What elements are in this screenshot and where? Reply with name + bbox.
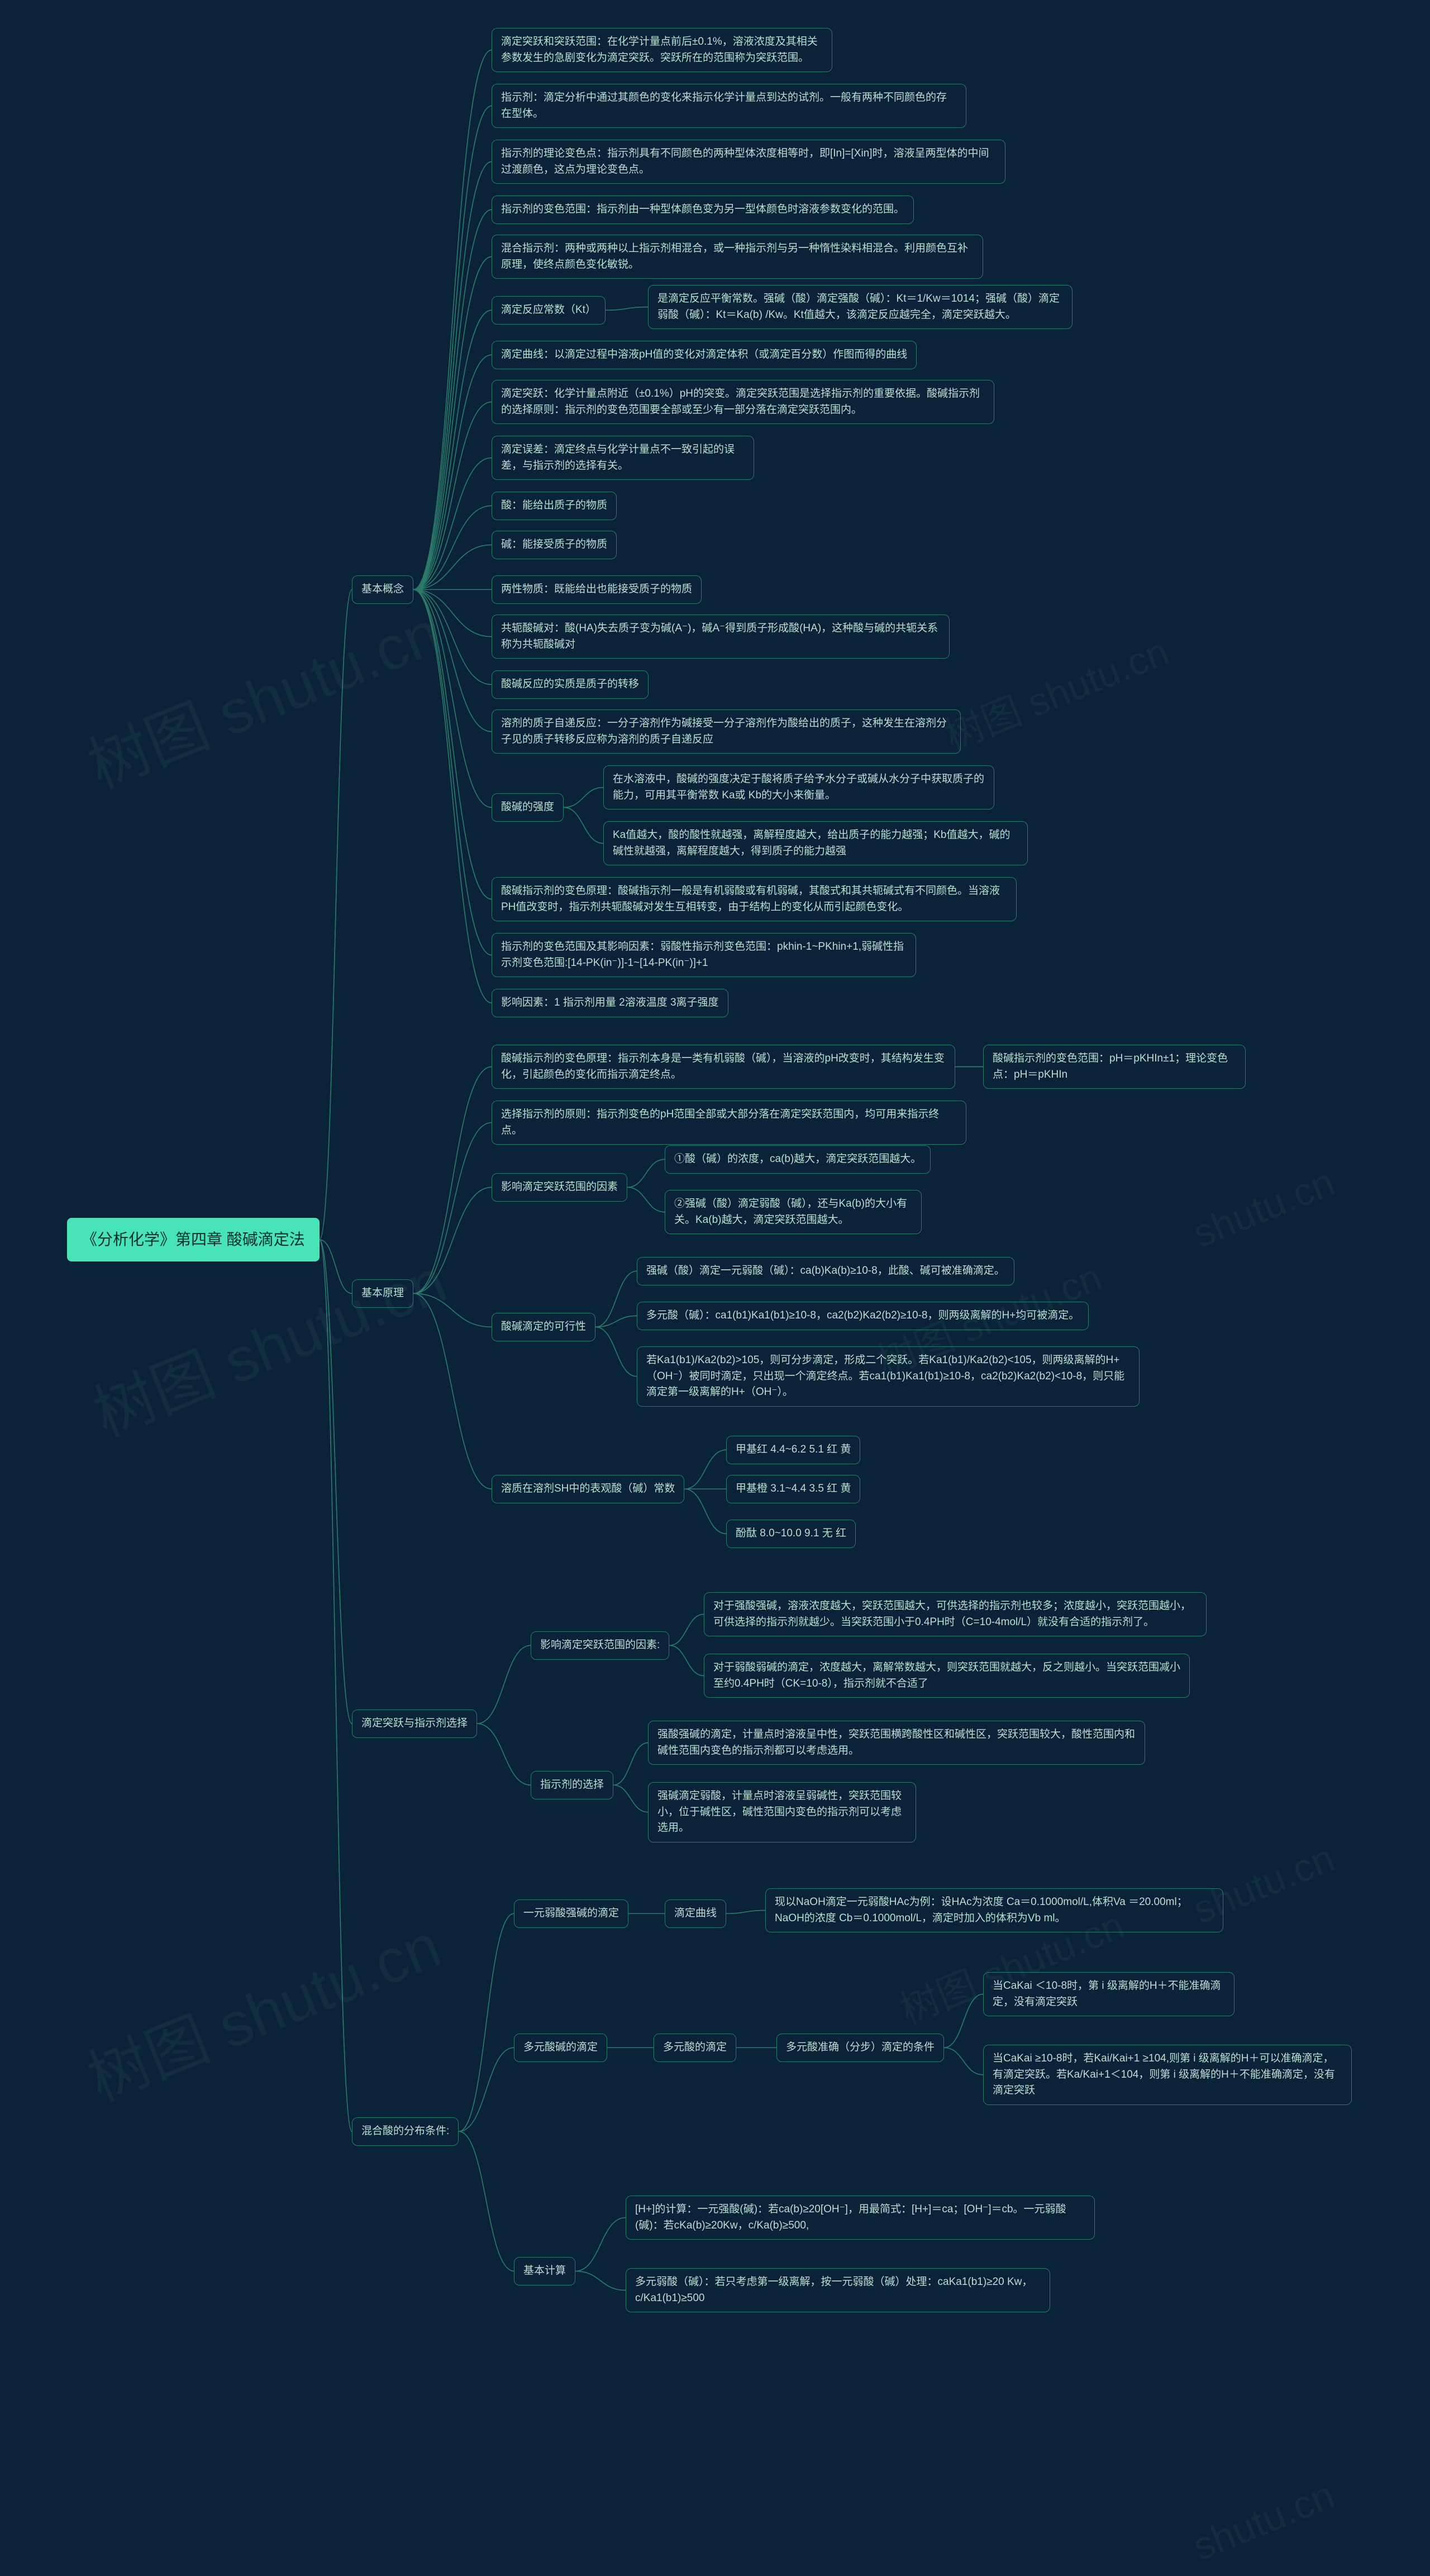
branch-node[interactable]: 多元酸的滴定 — [654, 2034, 736, 2062]
leaf-node[interactable]: 多元弱酸（碱）：若只考虑第一级离解，按一元弱酸（碱）处理：caKa1(b1)≥2… — [626, 2268, 1050, 2312]
leaf-node[interactable]: 在水溶液中，酸碱的强度决定于酸将质子给予水分子或碱从水分子中获取质子的能力，可用… — [603, 765, 994, 810]
leaf-node[interactable]: 对于弱酸弱碱的滴定，浓度越大，离解常数越大，则突跃范围就越大，反之则越小。当突跃… — [704, 1654, 1190, 1698]
leaf-node[interactable]: 共轭酸碱对：酸(HA)失去质子变为碱(A⁻)，碱A⁻得到质子形成酸(HA)，这种… — [492, 615, 950, 659]
leaf-node[interactable]: 混合指示剂：两种或两种以上指示剂相混合，或一种指示剂与另一种惰性染料相混合。利用… — [492, 235, 983, 279]
leaf-node[interactable]: 指示剂：滴定分析中通过其颜色的变化来指示化学计量点到达的试剂。一般有两种不同颜色… — [492, 84, 966, 128]
branch-node[interactable]: 影响滴定突跃范围的因素 — [492, 1173, 627, 1202]
leaf-node[interactable]: ②强碱（酸）滴定弱酸（碱），还与Ka(b)的大小有关。Ka(b)越大，滴定突跃范… — [665, 1190, 922, 1234]
watermark: shutu.cn — [1184, 1153, 1343, 1263]
leaf-node[interactable]: 强酸强碱的滴定，计量点时溶液呈中性，突跃范围横跨酸性区和碱性区，突跃范围较大，酸… — [648, 1721, 1145, 1765]
leaf-node[interactable]: 当CaKai ＜10-8时，第 i 级离解的H＋不能准确滴定，没有滴定突跃 — [983, 1972, 1234, 2016]
leaf-node[interactable]: 对于强酸强碱，溶液浓度越大，突跃范围越大，可供选择的指示剂也较多；浓度越小，突跃… — [704, 1592, 1207, 1636]
leaf-node[interactable]: 当CaKai ≥10-8时，若Kai/Kai+1 ≥104,则第 i 级离解的H… — [983, 2045, 1352, 2105]
leaf-node[interactable]: 多元酸（碱）：ca1(b1)Ka1(b1)≥10-8，ca2(b2)Ka2(b2… — [637, 1302, 1089, 1330]
root-node[interactable]: 《分析化学》第四章 酸碱滴定法 — [67, 1218, 320, 1261]
leaf-node[interactable]: 酸碱指示剂的变色原理：指示剂本身是一类有机弱酸（碱），当溶液的pH改变时，其结构… — [492, 1045, 955, 1089]
branch-node[interactable]: 基本计算 — [514, 2257, 575, 2285]
branch-node[interactable]: 基本概念 — [352, 575, 413, 604]
branch-node[interactable]: 基本原理 — [352, 1279, 413, 1308]
branch-node[interactable]: 酸碱的强度 — [492, 793, 564, 822]
branch-node[interactable]: 滴定反应常数（Kt） — [492, 296, 606, 325]
leaf-node[interactable]: 影响因素：1 指示剂用量 2溶液温度 3离子强度 — [492, 989, 728, 1017]
watermark: 树图 shutu.cn — [74, 587, 454, 812]
watermark: 树图 shutu.cn — [80, 1235, 460, 1460]
leaf-node[interactable]: 滴定误差：滴定终点与化学计量点不一致引起的误差，与指示剂的选择有关。 — [492, 436, 754, 480]
leaf-node[interactable]: 是滴定反应平衡常数。强碱（酸）滴定强酸（碱）：Kt＝1/Kw＝1014；强碱（酸… — [648, 285, 1072, 329]
leaf-node[interactable]: 选择指示剂的原则：指示剂变色的pH范围全部或大部分落在滴定突跃范围内，均可用来指… — [492, 1101, 966, 1145]
mindmap-canvas: 《分析化学》第四章 酸碱滴定法 基本概念 滴定突跃和突跃范围：在化学计量点前后±… — [0, 0, 1430, 2538]
leaf-node[interactable]: [H+]的计算：一元强酸(碱)：若ca(b)≥20[OH⁻]，用最简式：[H+]… — [626, 2196, 1095, 2240]
branch-node[interactable]: 指示剂的选择 — [531, 1771, 613, 1799]
leaf-node[interactable]: 碱：能接受质子的物质 — [492, 531, 617, 559]
leaf-node[interactable]: Ka值越大，酸的酸性就越强，离解程度越大，给出质子的能力越强；Kb值越大，碱的碱… — [603, 821, 1028, 865]
leaf-node[interactable]: 现以NaOH滴定一元弱酸HAc为例：设HAc为浓度 Ca＝0.1000mol/L… — [765, 1888, 1223, 1932]
leaf-node[interactable]: 酸碱指示剂的变色原理：酸碱指示剂一般是有机弱酸或有机弱碱，其酸式和其共轭碱式有不… — [492, 877, 1017, 921]
branch-node[interactable]: 多元酸碱的滴定 — [514, 2034, 607, 2062]
branch-node[interactable]: 一元弱酸强碱的滴定 — [514, 1899, 628, 1928]
leaf-node[interactable]: 酚酞 8.0~10.0 9.1 无 红 — [726, 1520, 856, 1548]
branch-node[interactable]: 混合酸的分布条件: — [352, 2117, 459, 2146]
leaf-node[interactable]: 溶剂的质子自递反应：一分子溶剂作为碱接受一分子溶剂作为酸给出的质子，这种发生在溶… — [492, 710, 961, 754]
branch-node[interactable]: 滴定曲线 — [665, 1899, 726, 1928]
leaf-node[interactable]: 指示剂的理论变色点：指示剂具有不同颜色的两种型体浓度相等时，即[In]=[Xin… — [492, 140, 1005, 184]
leaf-node[interactable]: 滴定曲线：以滴定过程中溶液pH值的变化对滴定体积（或滴定百分数）作图而得的曲线 — [492, 341, 917, 369]
leaf-node[interactable]: 甲基红 4.4~6.2 5.1 红 黄 — [726, 1436, 860, 1464]
watermark: shutu.cn — [1184, 2466, 1343, 2575]
branch-node[interactable]: 影响滴定突跃范围的因素: — [531, 1631, 669, 1660]
leaf-node[interactable]: 酸：能给出质子的物质 — [492, 492, 617, 520]
leaf-node[interactable]: 强碱（酸）滴定一元弱酸（碱）：ca(b)Ka(b)≥10-8，此酸、碱可被准确滴… — [637, 1257, 1014, 1285]
leaf-node[interactable]: 滴定突跃和突跃范围：在化学计量点前后±0.1%，溶液浓度及其相关参数发生的急剧变… — [492, 28, 832, 72]
branch-node[interactable]: 溶质在溶剂SH中的表观酸（碱）常数 — [492, 1475, 684, 1503]
leaf-node[interactable]: 甲基橙 3.1~4.4 3.5 红 黄 — [726, 1475, 860, 1503]
watermark: 树图 shutu.cn — [74, 1900, 454, 2125]
branch-node[interactable]: 多元酸准确（分步）滴定的条件 — [776, 2034, 944, 2062]
leaf-node[interactable]: 滴定突跃：化学计量点附近（±0.1%）pH的突变。滴定突跃范围是选择指示剂的重要… — [492, 380, 994, 424]
leaf-node[interactable]: 指示剂的变色范围及其影响因素：弱酸性指示剂变色范围：pkhin-1~PKhin+… — [492, 933, 916, 977]
leaf-node[interactable]: 若Ka1(b1)/Ka2(b2)>105，则可分步滴定，形成二个突跃。若Ka1(… — [637, 1346, 1140, 1407]
watermark: 树图 shutu.cn — [936, 622, 1178, 765]
leaf-node[interactable]: 酸碱指示剂的变色范围：pH＝pKHIn±1；理论变色点：pH＝pKHIn — [983, 1045, 1246, 1089]
leaf-node[interactable]: 酸碱反应的实质是质子的转移 — [492, 670, 649, 699]
leaf-node[interactable]: 指示剂的变色范围：指示剂由一种型体颜色变为另一型体颜色时溶液参数变化的范围。 — [492, 196, 914, 224]
branch-node[interactable]: 酸碱滴定的可行性 — [492, 1313, 595, 1341]
leaf-node[interactable]: ①酸（碱）的浓度，ca(b)越大，滴定突跃范围越大。 — [665, 1145, 931, 1174]
leaf-node[interactable]: 两性物质：既能给出也能接受质子的物质 — [492, 575, 702, 604]
leaf-node[interactable]: 强碱滴定弱酸，计量点时溶液呈弱碱性，突跃范围较小，位于碱性区，碱性范围内变色的指… — [648, 1782, 916, 1842]
branch-node[interactable]: 滴定突跃与指示剂选择 — [352, 1710, 477, 1738]
